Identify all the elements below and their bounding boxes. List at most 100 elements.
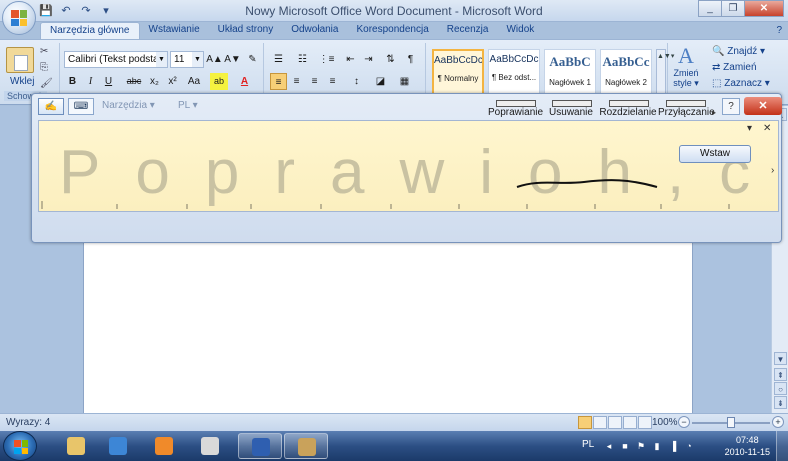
tab-2[interactable]: Układ strony [209,22,283,40]
start-button[interactable] [3,431,37,461]
style-tile[interactable]: AaBbCc Nagłówek 2 [600,49,652,95]
borders-button[interactable]: ▦ [396,73,413,90]
subscript-button[interactable]: x₂ [146,73,163,90]
font-name-combo[interactable]: Calibri (Tekst podstawowy)▼ [64,51,168,68]
align-right-button[interactable]: ≡ [306,73,323,90]
scroll-right-icon[interactable]: › [771,165,774,176]
multilevel-list-button[interactable]: ⋮≡ [318,51,335,68]
chevron-down-icon[interactable]: ▾ [747,123,752,134]
word-count[interactable]: Wyrazy: 4 [6,417,50,428]
zoom-level[interactable]: 100% [652,417,678,428]
chevron-down-icon[interactable]: ▼ [156,52,167,67]
keyboard-icon[interactable]: ⌨ [68,98,94,115]
join-button[interactable]: Przyłączanie [658,96,715,118]
style-tile[interactable]: AaBbCcDc ¶ Normalny [432,49,484,95]
help-icon[interactable]: ? [776,25,782,36]
shrink-font-icon[interactable]: A▼ [224,51,241,68]
input-panel-help-icon[interactable]: ? [722,98,740,115]
zoom-out-icon[interactable]: − [678,416,690,428]
taskbar-word[interactable] [238,433,282,459]
delete-button[interactable]: Usuwanie [546,96,596,118]
network-icon[interactable]: ▐ [668,441,678,451]
print-layout-icon[interactable] [578,416,592,429]
select-button[interactable]: ⬚ Zaznacz ▾ [712,78,770,89]
tab-6[interactable]: Widok [497,22,543,40]
chevron-down-icon[interactable]: ▼ [192,52,203,67]
taskbar-paint[interactable] [284,433,328,459]
correct-button[interactable]: Poprawianie [488,96,543,118]
action-center-icon[interactable]: ⚑ [636,441,646,451]
zoom-in-icon[interactable]: + [772,416,784,428]
previous-page-icon[interactable]: ⇞ [774,368,787,381]
tools-menu[interactable]: Narzędzia ▾ [102,100,155,111]
cut-icon[interactable]: ✂ [40,46,48,57]
taskbar-explorer[interactable] [54,433,98,459]
writing-pad-icon[interactable]: ✍ [38,98,64,115]
line-spacing-button[interactable]: ↕ [348,73,365,90]
show-desktop-button[interactable] [776,431,788,461]
tab-3[interactable]: Odwołania [282,22,347,40]
align-center-button[interactable]: ≡ [288,73,305,90]
paste-icon[interactable] [6,47,34,73]
format-painter-icon[interactable]: 🖌 [40,78,53,89]
select-browse-object-icon[interactable]: ○ [774,382,787,395]
font-size-combo[interactable]: 11 ▼ [170,51,204,68]
draft-icon[interactable] [638,416,652,429]
input-panel-close-button[interactable]: ✕ [744,97,782,115]
justify-button[interactable]: ≡ [324,73,341,90]
zoom-slider-thumb[interactable] [727,417,735,428]
tab-5[interactable]: Recenzja [438,22,498,40]
scroll-down-icon[interactable]: ▼ [774,352,787,365]
change-case-button[interactable]: Aa [184,73,204,90]
find-button[interactable]: 🔍 Znajdź ▾ [712,46,765,57]
paste-button-label[interactable]: Wklej [10,76,34,87]
change-styles-button[interactable]: A Zmień style ▾ [669,44,703,89]
copy-icon[interactable]: ⎘ [40,62,48,73]
bold-button[interactable]: B [64,73,81,90]
shading-button[interactable]: ◪ [372,73,389,90]
restore-button[interactable]: ❐ [721,0,745,17]
split-button[interactable]: Rozdzielanie [596,96,660,118]
tab-1[interactable]: Wstawianie [140,22,209,40]
web-layout-icon[interactable] [608,416,622,429]
insert-button[interactable]: Wstaw [679,145,751,163]
font-color-button[interactable]: A [236,73,253,90]
writing-pad[interactable]: Poprawioh,c ▾ ✕ › [38,120,779,212]
outline-icon[interactable] [623,416,637,429]
more-actions-icon[interactable]: ▸ [712,108,716,117]
underline-button[interactable]: U [100,73,117,90]
grow-font-icon[interactable]: A▲ [206,51,223,68]
tray-app-icon[interactable]: ■ [620,441,630,451]
clear-formatting-icon[interactable]: ✎ [244,51,261,68]
increase-indent-button[interactable]: ⇥ [360,51,377,68]
align-left-button[interactable]: ≡ [270,73,287,90]
clock[interactable]: 07:48 2010-11-15 [725,434,770,458]
close-icon[interactable]: ✕ [763,123,771,134]
office-button[interactable] [2,1,36,35]
minimize-button[interactable]: _ [698,0,722,17]
full-screen-reading-icon[interactable] [593,416,607,429]
close-button[interactable]: ✕ [744,0,784,17]
taskbar-internet-explorer[interactable] [96,433,140,459]
sort-button[interactable]: ⇅ [382,51,399,68]
taskbar-media-player[interactable] [142,433,186,459]
superscript-button[interactable]: x² [164,73,181,90]
italic-button[interactable]: I [82,73,99,90]
style-tile[interactable]: AaBbCcDc ¶ Bez odst... [488,49,540,95]
volume-icon[interactable]: ◔ [684,441,694,451]
styles-more-icon[interactable]: ▲▼▾ [656,49,674,95]
battery-icon[interactable]: ▮ [652,441,662,451]
style-tile[interactable]: AaBbC Nagłówek 1 [544,49,596,95]
tray-expand-icon[interactable]: ◂ [604,441,614,451]
numbering-button[interactable]: ☷ [294,51,311,68]
highlight-button[interactable]: ab [210,73,228,90]
next-page-icon[interactable]: ⇟ [774,396,787,409]
tab-4[interactable]: Korespondencja [347,22,437,40]
bullets-button[interactable]: ☰ [270,51,287,68]
replace-button[interactable]: ⇄ Zamień [712,62,757,73]
strikethrough-button[interactable]: abc [124,73,144,90]
show-marks-button[interactable]: ¶ [402,51,419,68]
language-menu[interactable]: PL ▾ [178,100,198,111]
language-indicator[interactable]: PL [582,439,594,450]
taskbar-handwriting[interactable] [188,433,232,459]
